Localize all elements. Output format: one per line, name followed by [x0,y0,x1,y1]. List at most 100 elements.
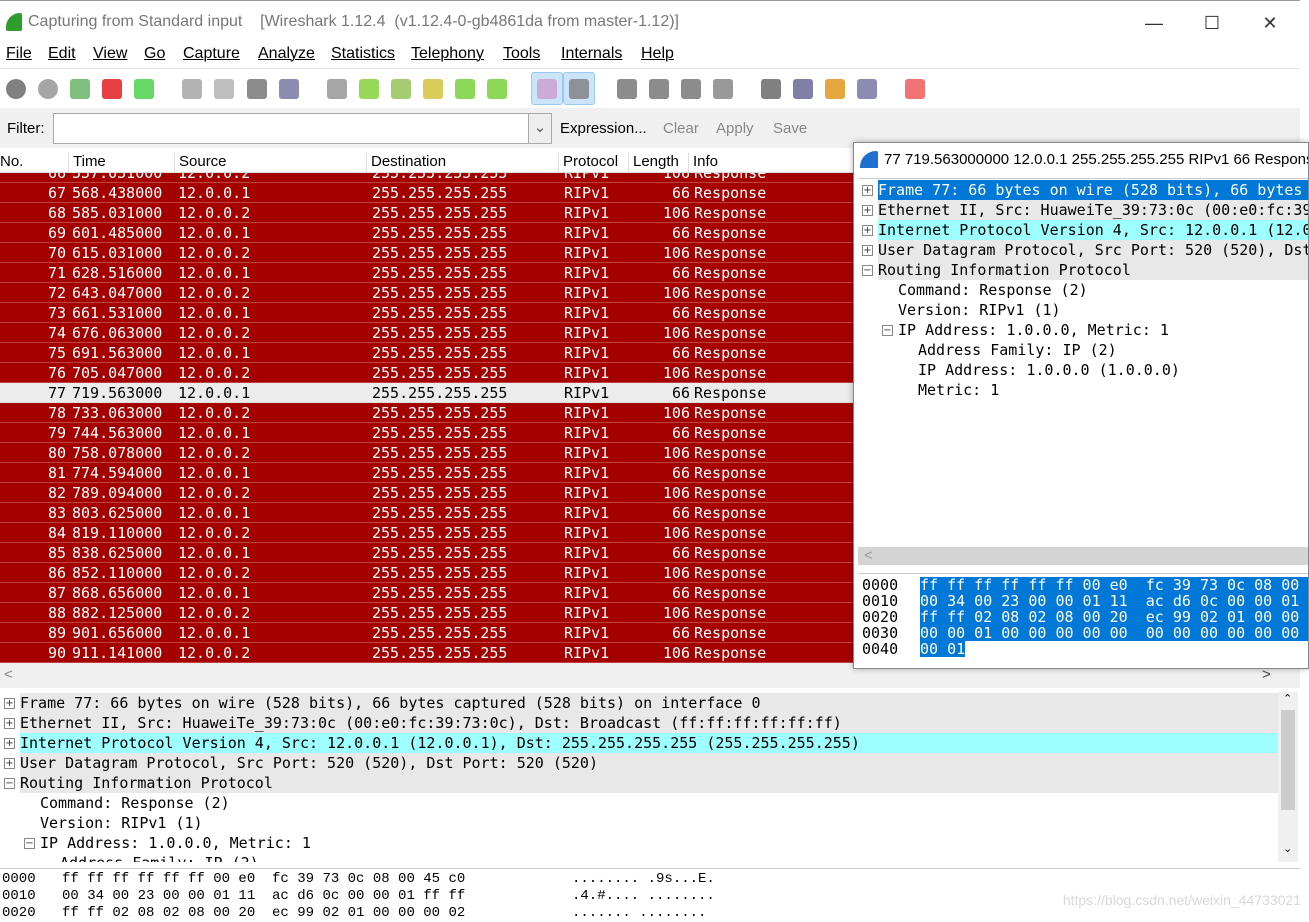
packet-row[interactable]: 82 789.094000 12.0.0.2 255.255.255.255 RIPv1… [0,483,860,503]
menu-internals[interactable]: Internals [561,45,622,63]
expand-icon[interactable]: + [4,758,15,769]
menu-tools[interactable]: Tools [503,45,540,63]
reload-icon[interactable] [279,79,299,99]
hex-ascii[interactable]: ....... ........ [572,905,706,922]
packet-row[interactable]: 72 643.047000 12.0.0.2 255.255.255.255 RIPv1… [0,283,860,303]
expand-icon[interactable]: + [4,698,15,709]
collapse-icon[interactable]: − [4,778,15,789]
clear-button[interactable]: Clear [663,120,699,137]
tree-item[interactable]: IP Address: 1.0.0.0 (1.0.0.0) [918,360,1308,380]
hex-bytes[interactable]: 00 34 00 23 00 00 01 11 ac d6 0c 00 00 0… [920,593,1308,609]
packet-row[interactable]: 80 758.078000 12.0.0.2 255.255.255.255 RIPv1… [0,443,860,463]
interfaces-icon[interactable] [6,79,26,99]
menu-analyze[interactable]: Analyze [258,45,315,63]
menu-go[interactable]: Go [144,45,165,63]
save-file-icon[interactable] [214,79,234,99]
menu-view[interactable]: View [93,45,127,63]
tree-item[interactable]: Command: Response (2) [898,280,1308,300]
packet-row[interactable]: 79 744.563000 12.0.0.1 255.255.255.255 RIPv1… [0,423,860,443]
display-filter-input[interactable] [53,113,551,144]
packet-row[interactable]: 68 585.031000 12.0.0.2 255.255.255.255 RIPv1… [0,203,860,223]
auto-scroll-icon[interactable] [569,79,589,99]
tree-item[interactable]: Version: RIPv1 (1) [898,300,1308,320]
packet-row[interactable]: 67 568.438000 12.0.0.1 255.255.255.255 RIPv1… [0,183,860,203]
coloring-rules-icon[interactable] [825,79,845,99]
zoom-out-icon[interactable] [649,79,669,99]
hex-bytes[interactable]: ff ff 02 08 02 08 00 20 ec 99 02 01 00 0… [62,905,465,922]
scroll-left-icon[interactable]: < [864,547,873,564]
expression-button[interactable]: Expression... [560,120,647,137]
expand-icon[interactable]: + [862,185,873,196]
display-filters-icon[interactable] [793,79,813,99]
tree-item[interactable]: Ethernet II, Src: HuaweiTe_39:73:0c (00:… [878,200,1308,220]
tree-item[interactable]: Command: Response (2) [40,793,1278,813]
packet-row[interactable]: 69 601.485000 12.0.0.1 255.255.255.255 RIPv1… [0,223,860,243]
go-forward-icon[interactable] [391,79,411,99]
tree-item[interactable]: Address Family: IP (2) [60,853,1278,862]
packet-row[interactable]: 85 838.625000 12.0.0.1 255.255.255.255 RIPv1… [0,543,860,563]
zoom-in-icon[interactable] [617,79,637,99]
tree-item[interactable]: Frame 77: 66 bytes on wire (528 bits), 6… [20,693,1278,713]
packet-row[interactable]: 75 691.563000 12.0.0.1 255.255.255.255 RIPv1… [0,343,860,363]
go-to-packet-icon[interactable] [423,79,443,99]
menu-capture[interactable]: Capture [183,45,240,63]
packet-row[interactable]: 87 868.656000 12.0.0.1 255.255.255.255 RIPv1… [0,583,860,603]
menu-file[interactable]: File [6,45,32,63]
packet-row[interactable]: 66 557.031000 12.0.0.2 255.255.255.255 RIPv1… [0,173,860,183]
preferences-icon[interactable] [857,79,877,99]
go-back-icon[interactable] [359,79,379,99]
packet-row[interactable]: 81 774.594000 12.0.0.1 255.255.255.255 RIPv1… [0,463,860,483]
tree-item[interactable]: Internet Protocol Version 4, Src: 12.0.0… [878,220,1308,240]
help-icon[interactable] [905,79,925,99]
tree-item[interactable]: Internet Protocol Version 4, Src: 12.0.0… [20,733,1278,753]
close-button[interactable]: ✕ [1250,9,1290,37]
apply-button[interactable]: Apply [716,120,754,137]
hex-bytes[interactable]: 00 34 00 23 00 00 01 11 ac d6 0c 00 00 0… [62,888,465,905]
tree-item[interactable]: IP Address: 1.0.0.0, Metric: 1 [40,833,1278,853]
options-icon[interactable] [38,79,58,99]
tree-item[interactable]: User Datagram Protocol, Src Port: 520 (5… [20,753,1278,773]
packet-row[interactable]: 78 733.063000 12.0.0.2 255.255.255.255 RIPv1… [0,403,860,423]
packet-row[interactable]: 76 705.047000 12.0.0.2 255.255.255.255 RIPv1… [0,363,860,383]
packet-row[interactable]: 83 803.625000 12.0.0.1 255.255.255.255 RIPv1… [0,503,860,523]
tree-item[interactable]: Routing Information Protocol [878,260,1308,280]
details-vertical-scrollbar[interactable]: ⌃ ⌄ [1278,692,1298,862]
hex-ascii[interactable]: ........ .9s...E. [572,871,715,888]
stop-capture-icon[interactable] [102,79,122,99]
packet-row[interactable]: 88 882.125000 12.0.0.2 255.255.255.255 RIPv1… [0,603,860,623]
menu-telephony[interactable]: Telephony [411,45,484,63]
tree-item[interactable]: User Datagram Protocol, Src Port: 520 (5… [878,240,1308,260]
menu-statistics[interactable]: Statistics [331,45,395,63]
colorize-icon[interactable] [537,79,557,99]
packet-row[interactable]: 89 901.656000 12.0.0.1 255.255.255.255 RIPv1… [0,623,860,643]
expand-icon[interactable]: + [862,225,873,236]
collapse-icon[interactable]: − [862,265,873,276]
normal-size-icon[interactable] [681,79,701,99]
tree-item[interactable]: Ethernet II, Src: HuaweiTe_39:73:0c (00:… [20,713,1278,733]
packet-row[interactable]: 74 676.063000 12.0.0.2 255.255.255.255 RIPv1… [0,323,860,343]
tree-item[interactable]: Metric: 1 [918,380,1308,400]
filter-dropdown-button[interactable]: ⌄ [528,113,552,144]
menu-help[interactable]: Help [641,45,674,63]
start-capture-icon[interactable] [70,79,90,99]
packet-row[interactable]: 77 719.563000 12.0.0.1 255.255.255.255 RIPv1… [0,383,860,403]
expand-icon[interactable]: + [4,738,15,749]
tree-item[interactable]: IP Address: 1.0.0.0, Metric: 1 [898,320,1308,340]
minimize-button[interactable]: — [1134,9,1174,37]
scroll-up-icon[interactable]: ⌃ [1283,692,1292,705]
packet-row[interactable]: 90 911.141000 12.0.0.2 255.255.255.255 RIPv1… [0,643,860,663]
scrollbar-thumb[interactable] [1281,710,1295,810]
hex-bytes[interactable]: ff ff ff ff ff ff 00 e0 fc 39 73 0c 08 0… [920,577,1308,593]
collapse-icon[interactable]: − [24,838,35,849]
resize-columns-icon[interactable] [713,79,733,99]
packet-row[interactable]: 84 819.110000 12.0.0.2 255.255.255.255 RIPv1… [0,523,860,543]
maximize-button[interactable]: ☐ [1192,9,1232,37]
close-file-icon[interactable] [247,79,267,99]
hex-ascii[interactable]: .4.#.... ........ [572,888,715,905]
popup-horizontal-scrollbar[interactable]: < [858,547,1308,565]
last-packet-icon[interactable] [487,79,507,99]
hex-bytes[interactable]: 00 00 01 00 00 00 00 00 00 00 00 00 00 0… [920,625,1308,641]
save-button[interactable]: Save [773,120,807,137]
collapse-icon[interactable]: − [882,325,893,336]
packet-row[interactable]: 71 628.516000 12.0.0.1 255.255.255.255 RIPv1… [0,263,860,283]
